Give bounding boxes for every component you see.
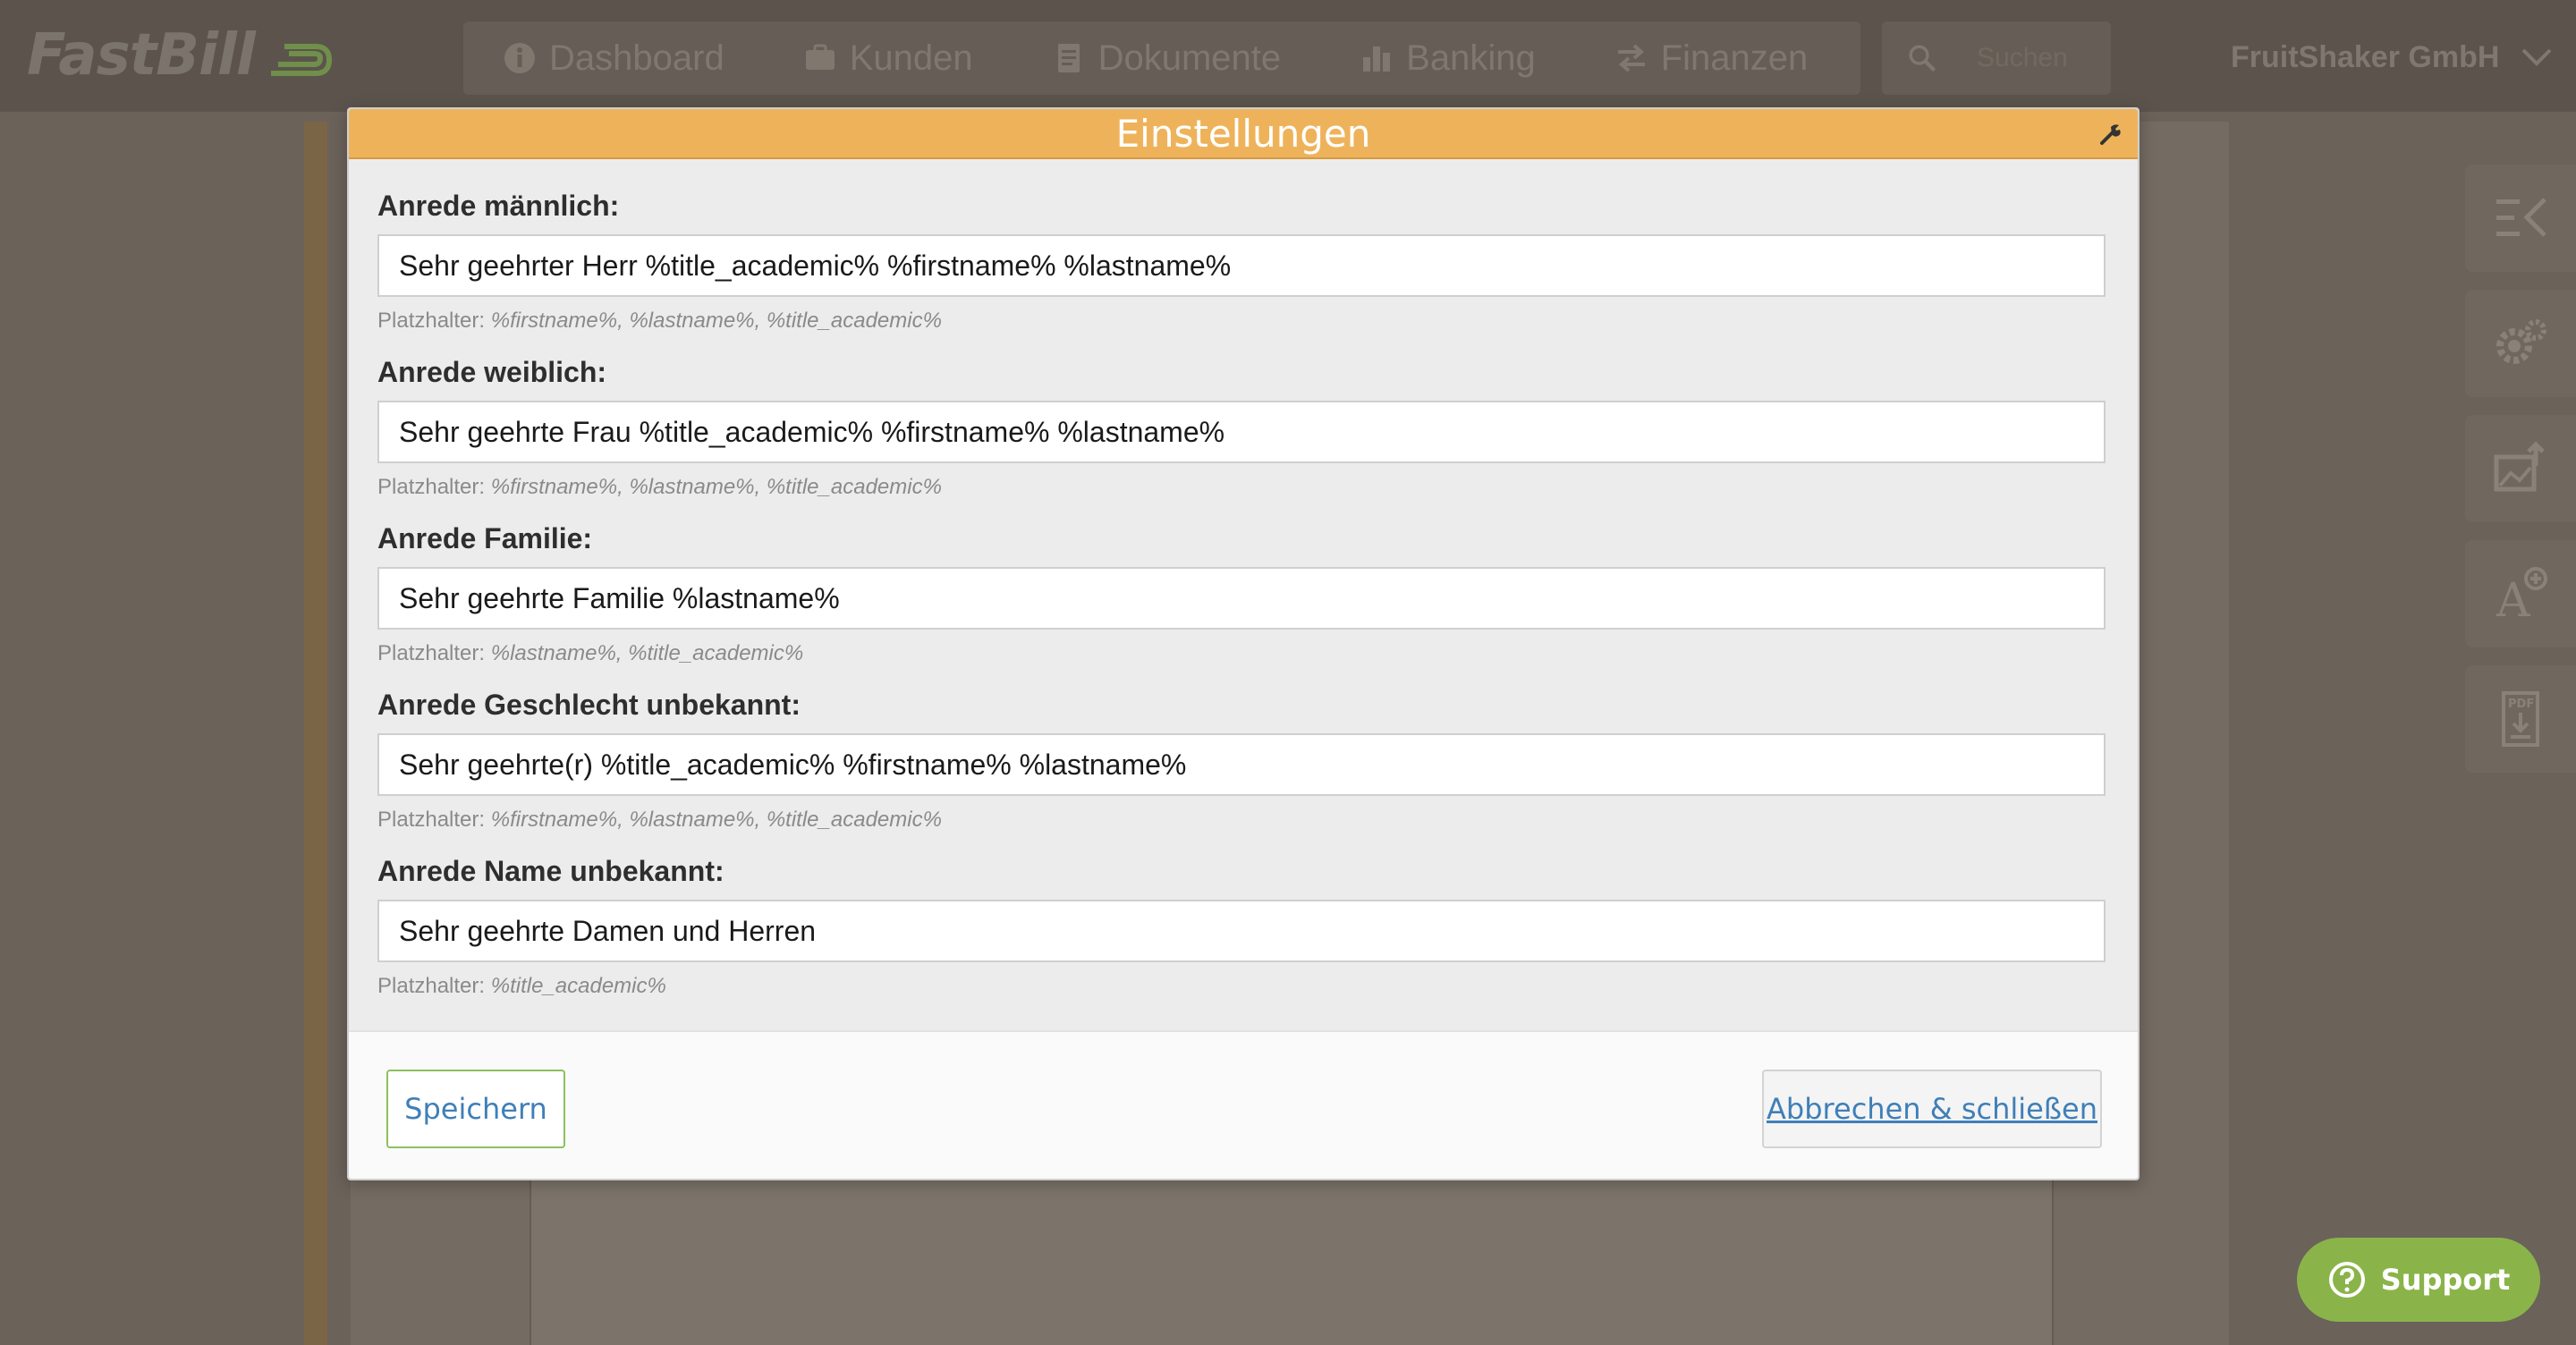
salutation-male-input[interactable] [377,234,2106,297]
hint-placeholders: %firstname%, %lastname%, %title_academic… [490,475,942,499]
nav-item-label: Finanzen [1660,38,1809,78]
field-label: Anrede Familie: [377,522,593,554]
modal-body: Anrede männlich: Platzhalter: %firstname… [349,161,2138,1138]
hint-placeholders: %firstname%, %lastname%, %title_academic… [490,808,942,832]
image-upload-icon [2494,441,2545,492]
nav-item-label: Banking [1406,38,1536,78]
nav-item-banking[interactable]: Banking [1320,21,1575,95]
add-font-icon: A [2496,567,2547,623]
right-toolbar: A PDF [2465,165,2576,773]
logo-text: FastBill [27,22,256,89]
nav-item-finanzen[interactable]: Finanzen [1575,21,1848,95]
main-navigation: Dashboard Kunden Dokumente Banking Finan… [463,21,1860,95]
support-label: Support [2380,1263,2511,1297]
collapse-menu-icon [2496,198,2546,237]
nav-item-label: Dokumente [1097,38,1282,78]
hint-placeholders: %title_academic% [490,974,666,998]
wrench-icon[interactable] [2098,122,2123,147]
placeholder-hint: Platzhalter: %title_academic% [377,973,2106,1000]
nav-item-label: Dashboard [549,38,724,78]
search-input[interactable] [1977,43,2111,73]
hint-prefix: Platzhalter: [377,475,486,499]
svg-text:PDF: PDF [2508,698,2534,711]
search-icon[interactable] [1907,40,1937,76]
placeholder-hint: Platzhalter: %lastname%, %title_academic… [377,640,2106,667]
support-button[interactable]: Support [2297,1238,2540,1322]
add-font-button[interactable]: A [2465,540,2576,647]
salutation-male-field: Anrede männlich: Platzhalter: %firstname… [377,188,2106,334]
fastbill-logo[interactable]: FastBill [27,20,334,91]
document-side-stripe [304,122,327,1345]
salutation-female-input[interactable] [377,401,2106,463]
field-label: Anrede Name unbekannt: [377,855,724,887]
salutation-name-unknown-field: Anrede Name unbekannt: Platzhalter: %tit… [377,853,2106,1000]
field-label: Anrede männlich: [377,190,620,222]
modal-footer: Speichern Abbrechen & schließen [349,1030,2138,1179]
hint-prefix: Platzhalter: [377,974,486,998]
hint-placeholders: %firstname%, %lastname%, %title_academic… [490,309,942,333]
placeholder-hint: Platzhalter: %firstname%, %lastname%, %t… [377,807,2106,833]
collapse-menu-button[interactable] [2465,165,2576,272]
top-navigation-bar: FastBill Dashboard Kunden Dokumente Bank… [0,0,2576,112]
hint-prefix: Platzhalter: [377,808,486,832]
nav-item-dashboard[interactable]: Dashboard [463,21,764,95]
nav-item-label: Kunden [849,38,973,78]
chevron-down-icon [2521,48,2552,66]
company-selector[interactable]: FruitShaker GmbH [2231,32,2553,82]
pdf-download-icon: PDF [2502,691,2539,747]
company-name: FruitShaker GmbH [2231,39,2500,74]
placeholder-hint: Platzhalter: %firstname%, %lastname%, %t… [377,474,2106,501]
question-circle-icon [2328,1262,2365,1298]
transfer-arrows-icon [1617,44,1645,72]
salutation-gender-unknown-input[interactable] [377,733,2106,796]
modal-title: Einstellungen [1115,111,1371,156]
salutation-gender-unknown-field: Anrede Geschlecht unbekannt: Platzhalter… [377,687,2106,833]
cancel-close-button[interactable]: Abbrechen & schließen [1762,1070,2102,1148]
bar-chart-icon [1363,47,1391,72]
field-label: Anrede weiblich: [377,356,607,388]
hint-prefix: Platzhalter: [377,641,486,665]
hint-placeholders: %lastname%, %title_academic% [490,641,804,665]
search-box [1882,21,2111,95]
gears-icon [2496,319,2546,364]
salutation-female-field: Anrede weiblich: Platzhalter: %firstname… [377,354,2106,501]
document-icon [1057,44,1080,72]
modal-header: Einstellungen [349,109,2138,159]
settings-tool-button[interactable] [2465,290,2576,397]
info-icon [504,43,535,73]
briefcase-icon [805,44,835,70]
field-label: Anrede Geschlecht unbekannt: [377,689,801,721]
placeholder-hint: Platzhalter: %firstname%, %lastname%, %t… [377,308,2106,334]
logo-mark-icon [270,44,332,76]
image-upload-button[interactable] [2465,415,2576,522]
nav-item-dokumente[interactable]: Dokumente [1013,21,1321,95]
settings-modal: Einstellungen Anrede männlich: Platzhalt… [347,107,2140,1180]
salutation-name-unknown-input[interactable] [377,900,2106,962]
nav-item-kunden[interactable]: Kunden [764,21,1013,95]
salutation-family-input[interactable] [377,567,2106,630]
save-button[interactable]: Speichern [386,1070,565,1148]
salutation-family-field: Anrede Familie: Platzhalter: %lastname%,… [377,520,2106,667]
pdf-download-button[interactable]: PDF [2465,665,2576,773]
hint-prefix: Platzhalter: [377,309,486,333]
